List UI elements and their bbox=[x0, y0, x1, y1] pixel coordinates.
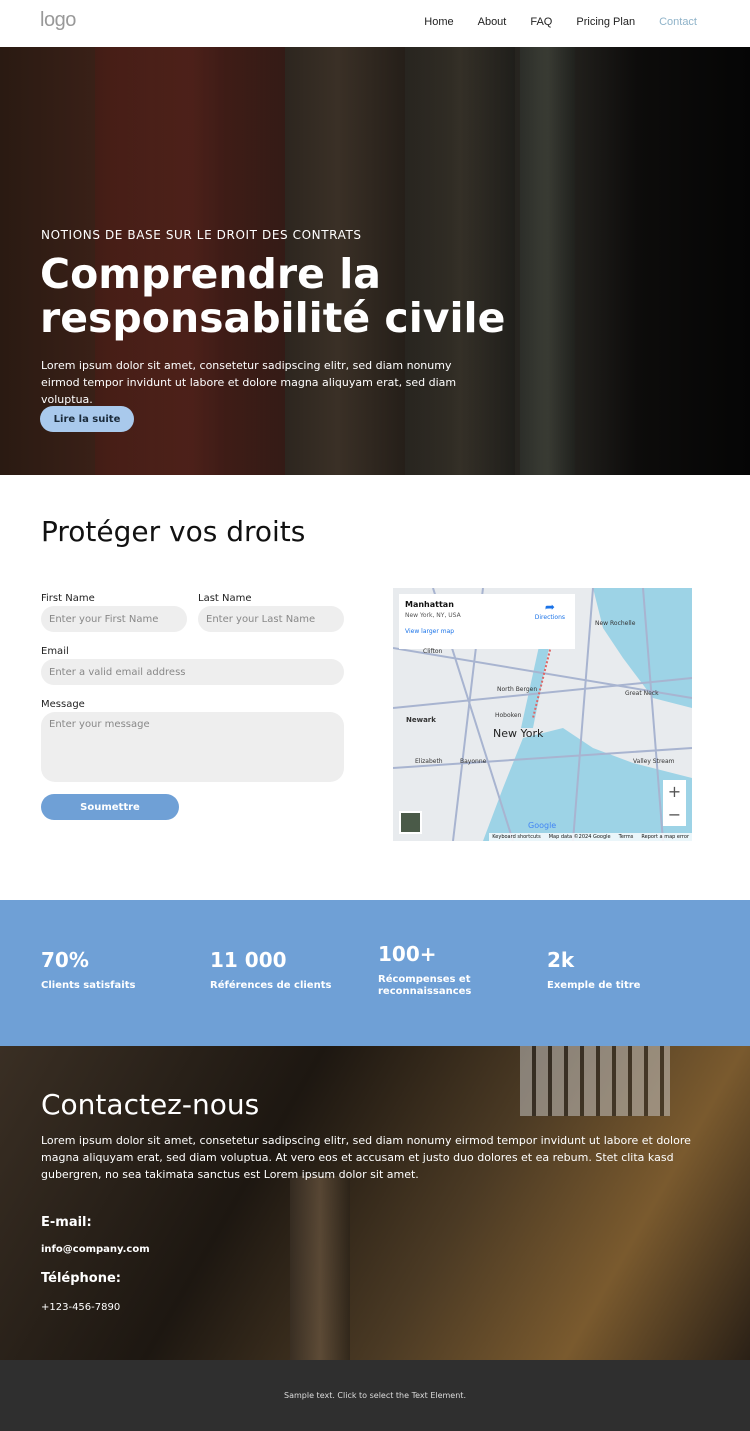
email-heading: E-mail: bbox=[41, 1215, 92, 1230]
map-label: Valley Stream bbox=[633, 758, 675, 765]
report-error-link[interactable]: Report a map error bbox=[641, 834, 689, 840]
stat-value: 100+ bbox=[378, 942, 437, 966]
map-label: Hoboken bbox=[495, 712, 522, 719]
directions-label: Directions bbox=[534, 614, 565, 621]
map-embed[interactable]: Manhattan New York, NY, USA View larger … bbox=[393, 588, 692, 841]
stat-item: 100+ Récompenses et reconnaissances bbox=[378, 942, 508, 998]
stat-value: 70% bbox=[41, 948, 89, 972]
nav-pricing[interactable]: Pricing Plan bbox=[576, 16, 635, 28]
nav-contact[interactable]: Contact bbox=[659, 16, 697, 28]
stat-label: Clients satisfaits bbox=[41, 980, 136, 991]
stat-value: 11 000 bbox=[210, 948, 287, 972]
contact-section: Contactez-nous Lorem ipsum dolor sit ame… bbox=[0, 1046, 750, 1360]
terms-link[interactable]: Terms bbox=[619, 834, 634, 840]
submit-button[interactable]: Soumettre bbox=[41, 794, 179, 820]
window-background-image bbox=[520, 1046, 670, 1116]
stat-item: 70% Clients satisfaits bbox=[41, 948, 171, 992]
column-background-image bbox=[290, 1176, 350, 1360]
phone-heading: Téléphone: bbox=[41, 1271, 121, 1286]
map-label: North Bergen bbox=[497, 686, 538, 693]
navbar: logo Home About FAQ Pricing Plan Contact bbox=[0, 0, 750, 47]
map-label: Clifton bbox=[423, 648, 443, 655]
stat-label: Exemple de titre bbox=[547, 980, 641, 991]
map-data-text: Map data ©2024 Google bbox=[548, 834, 611, 840]
first-name-label: First Name bbox=[41, 593, 95, 604]
hero-section: NOTIONS DE BASE SUR LE DROIT DES CONTRAT… bbox=[0, 47, 750, 475]
message-label: Message bbox=[41, 699, 85, 710]
stat-label: Références de clients bbox=[210, 980, 332, 991]
satellite-toggle[interactable] bbox=[399, 811, 422, 834]
form-title: Protéger vos droits bbox=[41, 515, 306, 548]
map-label: Elizabeth bbox=[415, 758, 443, 765]
zoom-out-button[interactable]: − bbox=[663, 803, 686, 826]
zoom-in-button[interactable]: + bbox=[663, 780, 686, 803]
nav-faq[interactable]: FAQ bbox=[530, 16, 552, 28]
nav-home[interactable]: Home bbox=[424, 16, 453, 28]
message-textarea[interactable]: Enter your message bbox=[41, 712, 344, 782]
contact-title: Contactez-nous bbox=[41, 1088, 260, 1121]
contact-form-section: Protéger vos droits First Name Enter you… bbox=[0, 475, 750, 900]
google-logo: Google bbox=[528, 821, 557, 830]
view-larger-map-link[interactable]: View larger map bbox=[405, 628, 569, 635]
contact-text: Lorem ipsum dolor sit amet, consetetur s… bbox=[41, 1134, 691, 1181]
read-more-button[interactable]: Lire la suite bbox=[40, 406, 134, 432]
hero-title: Comprendre la responsabilité civile bbox=[40, 250, 506, 342]
phone-value[interactable]: +123-456-7890 bbox=[41, 1302, 120, 1313]
stats-section: 70% Clients satisfaits 11 000 Références d… bbox=[0, 900, 750, 1046]
map-label: Bayonne bbox=[460, 758, 487, 765]
map-attribution: Keyboard shortcuts Map data ©2024 Google… bbox=[489, 833, 692, 841]
map-info-card: Manhattan New York, NY, USA View larger … bbox=[399, 594, 575, 649]
first-name-input[interactable]: Enter your First Name bbox=[41, 606, 187, 632]
directions-button[interactable]: ➦ Directions bbox=[535, 600, 565, 621]
hero-text: Lorem ipsum dolor sit amet, consetetur s… bbox=[41, 359, 457, 406]
stat-item: 11 000 Références de clients bbox=[210, 948, 340, 992]
email-value[interactable]: info@company.com bbox=[41, 1244, 150, 1255]
stat-label: Récompenses et reconnaissances bbox=[378, 974, 472, 997]
hero-subtitle: NOTIONS DE BASE SUR LE DROIT DES CONTRAT… bbox=[41, 228, 362, 242]
keyboard-shortcuts-link[interactable]: Keyboard shortcuts bbox=[492, 834, 540, 840]
footer: Sample text. Click to select the Text El… bbox=[0, 1360, 750, 1431]
nav-about[interactable]: About bbox=[478, 16, 507, 28]
directions-icon: ➦ bbox=[544, 600, 555, 614]
last-name-label: Last Name bbox=[198, 593, 252, 604]
email-input[interactable]: Enter a valid email address bbox=[41, 659, 344, 685]
stat-item: 2k Exemple de titre bbox=[547, 948, 677, 992]
logo[interactable]: logo bbox=[40, 9, 76, 32]
stat-value: 2k bbox=[547, 948, 575, 972]
email-label: Email bbox=[41, 646, 69, 657]
last-name-input[interactable]: Enter your Last Name bbox=[198, 606, 344, 632]
footer-text: Sample text. Click to select the Text El… bbox=[284, 1391, 466, 1400]
map-label: Great Neck bbox=[625, 690, 659, 697]
map-city-label: New York bbox=[493, 727, 544, 740]
map-label: New Rochelle bbox=[595, 620, 636, 627]
map-label: Newark bbox=[406, 716, 436, 724]
nav-menu: Home About FAQ Pricing Plan Contact bbox=[424, 16, 697, 28]
map-zoom-controls: + − bbox=[663, 780, 686, 826]
